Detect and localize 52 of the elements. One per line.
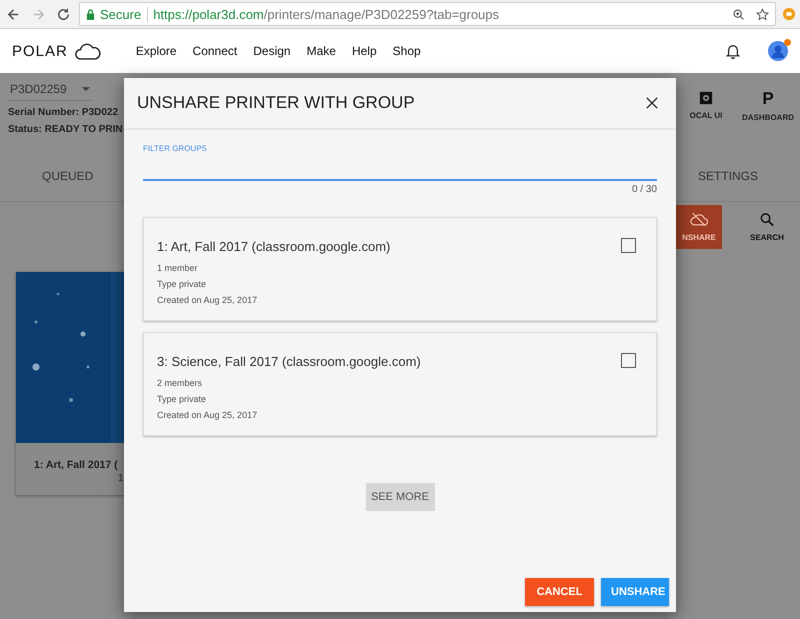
reload-icon[interactable] xyxy=(56,6,71,22)
nav-link[interactable]: Design xyxy=(253,44,291,58)
cancel-button[interactable]: CANCEL xyxy=(525,578,594,606)
nav-link[interactable]: Make xyxy=(306,44,336,58)
url-text: https://polar3d.com/printers/manage/P3D02259?tab=groups xyxy=(153,6,500,22)
lock-icon xyxy=(86,8,95,20)
secure-label: Secure xyxy=(100,6,148,22)
logo-text[interactable]: POLAR xyxy=(12,42,68,60)
group-card[interactable]: 3: Science, Fall 2017 (classroom.google.com) 2 members Type private Created on Aug 25, 2017 xyxy=(143,332,657,436)
group-detail: 1 member xyxy=(157,263,199,273)
nav-link[interactable]: Help xyxy=(352,44,377,58)
cloud-off-icon[interactable] xyxy=(690,212,708,227)
group-detail: Created on Aug 25, 2017 xyxy=(157,410,258,420)
group-title: 1: Art, Fall 2017 (classroom.google.com) xyxy=(157,239,390,254)
group-detail: Type private xyxy=(157,279,208,289)
nav-link[interactable]: Shop xyxy=(392,44,421,58)
tab[interactable]: QUEUED xyxy=(42,169,94,183)
filter-field[interactable]: FILTER GROUPS xyxy=(143,140,657,181)
group-detail: Created on Aug 25, 2017 xyxy=(157,295,258,305)
card-subtitle: 1 xyxy=(117,473,125,484)
toolbar-label[interactable]: OCAL UI xyxy=(690,111,722,120)
star-icon[interactable] xyxy=(756,8,769,20)
checkbox[interactable] xyxy=(621,353,636,368)
nav-link[interactable]: Explore xyxy=(136,44,177,58)
nav-link[interactable]: Connect xyxy=(192,44,238,58)
group-detail: Type private xyxy=(157,394,208,404)
caret-icon[interactable] xyxy=(82,86,90,92)
avatar[interactable] xyxy=(768,41,788,61)
character-counter: 0 / 30 xyxy=(630,184,657,195)
dashboard-icon[interactable]: P xyxy=(762,91,774,107)
toolbar-label[interactable]: DASHBOARD xyxy=(742,113,794,122)
printer-select[interactable]: P3D02259 xyxy=(8,79,92,101)
status-text: Status: READY TO PRIN xyxy=(8,124,123,135)
tab[interactable]: SETTINGS xyxy=(698,169,758,183)
group-detail: 2 members xyxy=(157,378,204,388)
address-bar[interactable]: Secure https://polar3d.com/printers/manage/P3D02259?tab=groups xyxy=(79,2,776,26)
zoom-icon[interactable] xyxy=(732,8,745,20)
see-more-button[interactable]: SEE MORE xyxy=(366,483,434,511)
search-icon[interactable] xyxy=(758,212,776,227)
bell-icon[interactable] xyxy=(726,43,740,59)
group-card[interactable]: 1: Art, Fall 2017 (classroom.google.com) 1 member Type private Created on Aug 25, 2017 xyxy=(143,217,657,321)
close-icon[interactable] xyxy=(646,97,658,109)
cloud-icon xyxy=(74,42,102,60)
serial-number: Serial Number: P3D022 xyxy=(8,107,120,118)
card-title: 1: Art, Fall 2017 ( xyxy=(33,459,119,471)
back-icon[interactable] xyxy=(6,6,21,22)
dialog-title: UNSHARE PRINTER WITH GROUP xyxy=(137,93,415,113)
checkbox[interactable] xyxy=(621,238,636,253)
group-title: 3: Science, Fall 2017 (classroom.google.com) xyxy=(157,354,421,369)
unshare-button[interactable]: UNSHARE xyxy=(601,578,669,606)
search-button[interactable]: SEARCH xyxy=(734,205,800,249)
gear-icon[interactable] xyxy=(699,91,713,105)
